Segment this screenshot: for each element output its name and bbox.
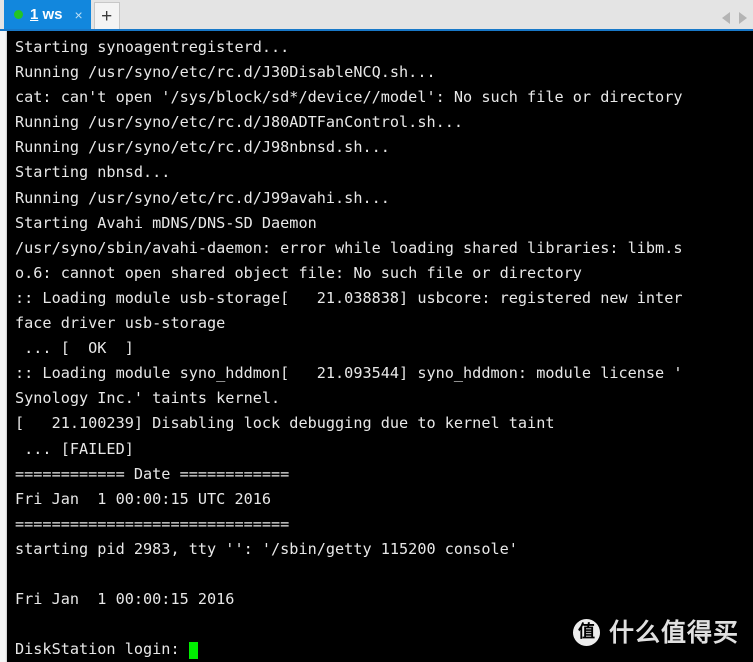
tab-number: 1 bbox=[30, 6, 39, 23]
tab-label: 1 ws bbox=[30, 6, 63, 23]
tab-name: ws bbox=[42, 6, 63, 23]
new-tab-button[interactable]: + bbox=[93, 2, 120, 29]
terminal-cursor bbox=[188, 642, 198, 660]
scrollbar-thumb[interactable] bbox=[0, 31, 5, 662]
tab-status-dot-icon bbox=[14, 10, 23, 19]
nav-prev-icon[interactable] bbox=[722, 12, 730, 24]
tab-nav-arrows bbox=[722, 12, 747, 24]
terminal-area: Starting synoagentregisterd... Running /… bbox=[0, 31, 753, 662]
terminal-output: Starting synoagentregisterd... Running /… bbox=[15, 38, 683, 659]
scrollbar-track[interactable] bbox=[0, 31, 7, 662]
tab-bar: 1 ws × + bbox=[0, 0, 753, 31]
close-icon[interactable]: × bbox=[75, 8, 83, 22]
terminal-window: 1 ws × + Starting synoagentregisterd... … bbox=[0, 0, 753, 662]
terminal-screen[interactable]: Starting synoagentregisterd... Running /… bbox=[7, 31, 753, 662]
nav-next-icon[interactable] bbox=[739, 12, 747, 24]
tab-ws[interactable]: 1 ws × bbox=[4, 0, 91, 29]
